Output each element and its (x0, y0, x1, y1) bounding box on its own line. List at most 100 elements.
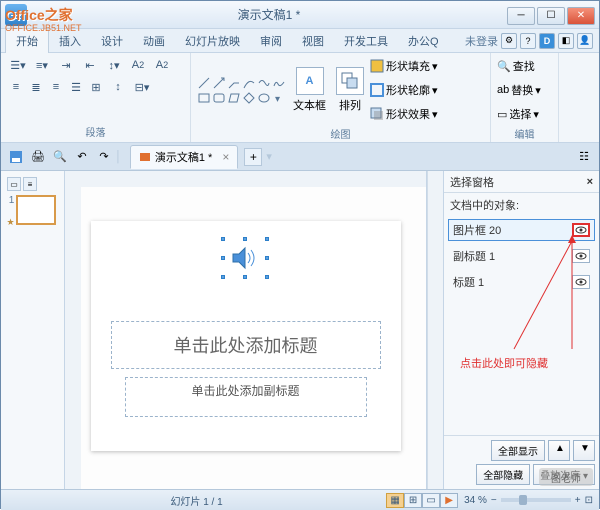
subtitle-placeholder[interactable]: 单击此处添加副标题 (125, 377, 367, 417)
user-icon[interactable]: 👤 (577, 33, 593, 49)
align-center-button[interactable]: ≣ (27, 77, 45, 97)
save-button[interactable] (6, 147, 26, 167)
panel-toggle-button[interactable]: ☷ (574, 147, 594, 167)
shape-outline-label: 形状轮廓 (386, 82, 430, 98)
visibility-toggle[interactable] (572, 249, 590, 263)
show-all-button[interactable]: 全部显示 (491, 440, 545, 461)
justify-button[interactable]: ☰ (67, 77, 85, 97)
select-button[interactable]: ▭选择▾ (497, 103, 541, 125)
increase-indent-button[interactable]: ⇥ (55, 55, 77, 75)
thumb-tab-slides[interactable]: ▭ (7, 177, 21, 191)
redo-button[interactable]: ↷ (94, 147, 114, 167)
slideshow-view-button[interactable]: ▶ (440, 493, 458, 508)
audio-object[interactable] (223, 239, 267, 277)
shape-effect-label: 形状效果 (386, 106, 430, 122)
tab-view[interactable]: 视图 (292, 29, 334, 53)
list-item-label: 图片框 20 (453, 222, 501, 238)
distribute-button[interactable]: ⊞ (87, 77, 105, 97)
shape-roundrect-icon[interactable] (212, 91, 226, 105)
shape-effect-button[interactable]: 形状效果 ▾ (370, 103, 438, 125)
shape-diamond-icon[interactable] (242, 91, 256, 105)
decrease-indent-button[interactable]: ⇤ (79, 55, 101, 75)
visibility-toggle[interactable] (572, 223, 590, 237)
print-preview-button[interactable]: 🔍 (50, 147, 70, 167)
line-spacing-button[interactable]: ↕▾ (103, 55, 125, 75)
move-up-button[interactable]: ▲ (548, 440, 570, 461)
list-item[interactable]: 标题 1 (448, 271, 595, 293)
shape-ellipse-icon[interactable] (257, 91, 271, 105)
presentation-icon (139, 151, 151, 163)
numbering-button[interactable]: ≡▾ (31, 55, 53, 75)
find-button[interactable]: 🔍查找 (497, 55, 541, 77)
shape-connector-icon[interactable] (227, 76, 241, 90)
sorter-view-button[interactable]: ⊞ (404, 493, 422, 508)
d-icon[interactable]: D (539, 33, 555, 49)
hide-all-button[interactable]: 全部隐藏 (476, 464, 530, 485)
title-placeholder[interactable]: 单击此处添加标题 (111, 321, 381, 369)
replace-button[interactable]: ab替换▾ (497, 79, 541, 101)
shape-more-icon[interactable]: ▾ (272, 91, 286, 105)
fit-button[interactable]: ⊡ (585, 495, 593, 506)
textbox-button[interactable]: A 文本框 (289, 65, 330, 115)
tab-slideshow[interactable]: 幻灯片放映 (175, 29, 250, 53)
watermark-bottom: 图老师 (539, 468, 593, 486)
zoom-slider[interactable] (501, 498, 571, 502)
arrange-button[interactable]: 排列 (332, 65, 368, 115)
document-tab[interactable]: 演示文稿1 * × (130, 145, 238, 169)
slide-thumbnail[interactable] (16, 195, 56, 225)
slide-counter: 幻灯片 1 / 1 (7, 493, 386, 508)
visibility-toggle[interactable] (572, 275, 590, 289)
maximize-button[interactable]: ☐ (537, 7, 565, 25)
titlebar: 演示文稿1 * ─ ☐ ✕ (1, 1, 599, 29)
superscript-button[interactable]: A2 (151, 55, 173, 75)
slide-editor[interactable]: 单击此处添加标题 单击此处添加副标题 (65, 171, 427, 489)
tab-design[interactable]: 设计 (91, 29, 133, 53)
shape-line-icon[interactable] (197, 76, 211, 90)
shape-arrow-icon[interactable] (212, 76, 226, 90)
shape-fill-button[interactable]: 形状填充 ▾ (370, 55, 438, 77)
tab-review[interactable]: 审阅 (250, 29, 292, 53)
tab-dev[interactable]: 开发工具 (334, 29, 398, 53)
align-right-button[interactable]: ≡ (47, 77, 65, 97)
vertical-scrollbar[interactable] (427, 171, 443, 489)
object-list: 图片框 20 副标题 1 标题 1 点击此处即可隐藏 (444, 217, 599, 435)
print-button[interactable]: 🖨 (28, 147, 48, 167)
document-tab-close[interactable]: × (222, 150, 229, 164)
skin-icon[interactable]: ◧ (558, 33, 574, 49)
tab-animation[interactable]: 动画 (133, 29, 175, 53)
thumb-tab-outline[interactable]: ≡ (23, 177, 37, 191)
shape-freeform-icon[interactable] (257, 76, 271, 90)
speaker-icon (231, 245, 259, 271)
close-button[interactable]: ✕ (567, 7, 595, 25)
select-icon: ▭ (497, 108, 507, 121)
edit-group-label: 编辑 (497, 125, 552, 142)
text-direction-button[interactable]: ↕ (107, 77, 129, 97)
tab-office[interactable]: 办公Q (398, 29, 449, 53)
undo-button[interactable]: ↶ (72, 147, 92, 167)
zoom-value[interactable]: 34 % (464, 495, 487, 506)
align-left-button[interactable]: ≡ (7, 77, 25, 97)
new-tab-button[interactable]: + (244, 148, 262, 166)
list-item[interactable]: 副标题 1 (448, 245, 595, 267)
minimize-button[interactable]: ─ (507, 7, 535, 25)
normal-view-button[interactable]: ▦ (386, 493, 404, 508)
list-item[interactable]: 图片框 20 (448, 219, 595, 241)
settings-icon[interactable]: ⚙ (501, 33, 517, 49)
taskpane-close-button[interactable]: × (587, 176, 593, 188)
drawing-group-label: 绘图 (197, 125, 484, 142)
move-down-button[interactable]: ▼ (573, 440, 595, 461)
reading-view-button[interactable]: ▭ (422, 493, 440, 508)
menubar: 开始 插入 设计 动画 幻灯片放映 审阅 视图 开发工具 办公Q 未登录 ⚙ ?… (1, 29, 599, 53)
shape-outline-button[interactable]: 形状轮廓 ▾ (370, 79, 438, 101)
shape-para-icon[interactable] (227, 91, 241, 105)
shape-rect-icon[interactable] (197, 91, 211, 105)
shape-scribble-icon[interactable] (272, 76, 286, 90)
help-icon[interactable]: ? (520, 33, 536, 49)
shape-curved-icon[interactable] (242, 76, 256, 90)
login-status[interactable]: 未登录 (465, 33, 498, 49)
bullets-button[interactable]: ☰▾ (7, 55, 29, 75)
subscript-button[interactable]: A2 (127, 55, 149, 75)
zoom-out-button[interactable]: − (491, 495, 497, 506)
align-text-button[interactable]: ⊟▾ (131, 77, 153, 97)
zoom-in-button[interactable]: + (575, 495, 581, 506)
